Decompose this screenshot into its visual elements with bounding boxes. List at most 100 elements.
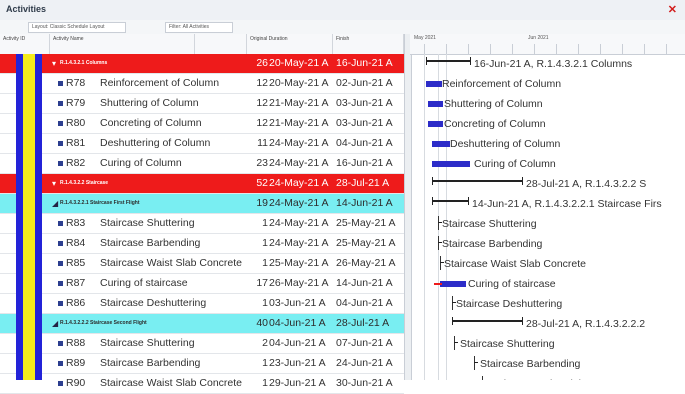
activity-icon <box>58 101 63 106</box>
filter-button[interactable]: Filter: All Activities <box>165 22 233 33</box>
activity-id: R88 <box>66 337 86 349</box>
duration-value: 23 <box>256 157 268 169</box>
collapse-toggle-icon[interactable]: ◢ <box>52 194 58 213</box>
table-row[interactable]: R84 Staircase Barbending 1 24-May-21 A 25-Ma… <box>0 234 404 254</box>
table-row[interactable]: R90 Staircase Waist Slab Concrete 1 29-Jun-… <box>0 374 404 394</box>
activity-icon <box>58 141 63 146</box>
table-row[interactable]: R79 Shuttering of Column 12 21-May-21 A 03-J… <box>0 94 404 114</box>
gantt-activity-bar[interactable] <box>432 161 470 167</box>
activity-id: R81 <box>66 137 86 149</box>
activity-icon <box>58 261 63 266</box>
gantt-summary-cap <box>522 317 523 325</box>
activity-name: Staircase Barbending <box>100 237 201 249</box>
start-date: 26-May-21 A <box>269 277 329 289</box>
timescale-tick <box>666 44 667 54</box>
start-date: 24-May-21 A <box>269 237 329 249</box>
gantt-milestone-marker[interactable] <box>482 376 483 380</box>
wbs-band-yellow <box>23 54 35 380</box>
table-row[interactable]: R80 Concreting of Column 12 21-May-21 A 03-J… <box>0 114 404 134</box>
collapse-toggle-icon[interactable]: ▾ <box>52 174 56 193</box>
gantt-critical-segment <box>434 283 442 285</box>
table-row[interactable]: R81 Deshuttering of Column 11 24-May-21 A 04… <box>0 134 404 154</box>
start-date: 29-Jun-21 A <box>269 377 326 389</box>
collapse-toggle-icon[interactable]: ◢ <box>52 314 58 333</box>
gantt-activity-bar[interactable] <box>440 281 466 287</box>
gantt-bar-label: Staircase Shuttering <box>442 218 537 230</box>
start-date: 24-May-21 A <box>269 197 329 209</box>
gantt-activity-bar[interactable] <box>428 121 443 127</box>
table-row[interactable]: R85 Staircase Waist Slab Concrete 1 25-May-… <box>0 254 404 274</box>
col-name-header[interactable]: Activity Name <box>50 34 195 54</box>
gantt-summary-bar[interactable] <box>426 60 470 62</box>
gantt-summary-cap <box>432 177 433 185</box>
activity-icon <box>58 241 63 246</box>
gantt-activity-bar[interactable] <box>426 81 442 87</box>
activity-icon <box>58 161 63 166</box>
activity-icon <box>58 341 63 346</box>
collapse-toggle-icon[interactable]: ▾ <box>52 54 56 73</box>
duration-value: 1 <box>262 297 268 309</box>
finish-date: 25-May-21 A <box>336 217 396 229</box>
gantt-summary-bar[interactable] <box>432 200 468 202</box>
duration-value: 52 <box>256 177 268 189</box>
gantt-milestone-marker[interactable] <box>454 336 455 350</box>
start-date: 20-May-21 A <box>269 77 329 89</box>
col-wbs-header[interactable]: Activity ID <box>0 34 50 54</box>
window-title: Activities <box>6 4 47 14</box>
gantt-milestone-marker[interactable] <box>438 216 439 230</box>
gantt-bar-label: Staircase Barbending <box>442 238 543 250</box>
gantt-milestone-marker[interactable] <box>440 256 441 270</box>
table-row[interactable]: R78 Reinforcement of Column 12 20-May-21 A 0… <box>0 74 404 94</box>
gantt-milestone-marker[interactable] <box>438 236 439 250</box>
col-finish-header[interactable]: Finish <box>333 34 404 54</box>
table-row[interactable]: R87 Curing of staircase 17 26-May-21 A 14-Ju… <box>0 274 404 294</box>
start-date: 20-May-21 A <box>269 57 329 69</box>
wbs-summary-row[interactable]: ▾ R.1.4.3.2.2 Staircase 52 24-May-21 A 28-Ju… <box>0 174 404 194</box>
finish-date: 14-Jun-21 A <box>336 197 393 209</box>
gantt-activity-bar[interactable] <box>428 101 443 107</box>
start-date: 24-May-21 A <box>269 217 329 229</box>
gantt-milestone-marker[interactable] <box>452 296 453 310</box>
col-duration-header[interactable]: Original Duration <box>247 34 333 54</box>
duration-value: 1 <box>262 257 268 269</box>
table-row[interactable]: R82 Curing of Column 23 24-May-21 A 16-Jun-2… <box>0 154 404 174</box>
wbs-code: R.1.4.3.2.2 Staircase <box>60 180 109 186</box>
gantt-bar-label: Staircase Deshuttering <box>456 298 563 310</box>
gantt-bar-label: Shuttering of Column <box>444 98 543 110</box>
activity-id: R86 <box>66 297 86 309</box>
activity-id: R78 <box>66 77 86 89</box>
gantt-milestone-marker[interactable] <box>474 356 475 370</box>
gantt-link-tick <box>438 242 442 243</box>
timescale-tick <box>600 44 601 54</box>
gantt-activity-bar[interactable] <box>432 141 450 147</box>
table-row[interactable]: R86 Staircase Deshuttering 1 03-Jun-21 A 04-… <box>0 294 404 314</box>
activity-id: R85 <box>66 257 86 269</box>
activity-id: R89 <box>66 357 86 369</box>
gantt-summary-bar[interactable] <box>452 320 522 322</box>
gantt-bar-label: Staircase Shuttering <box>460 338 555 350</box>
finish-date: 28-Jul-21 A <box>336 317 390 329</box>
timescale-tick <box>490 44 491 54</box>
activity-name: Staircase Waist Slab Concrete <box>100 377 243 389</box>
wbs-summary-row[interactable]: ◢ R.1.4.3.2.2.1 Staircase First Flight 19 2… <box>0 194 404 214</box>
wbs-summary-row[interactable]: ◢ R.1.4.3.2.2.2 Staircase Second Flight 40… <box>0 314 404 334</box>
gantt-bar-label: Reinforcement of Column <box>442 78 562 90</box>
gantt-bar-label: Concreting of Column <box>444 118 546 130</box>
activity-icon <box>58 381 63 386</box>
activity-id: R90 <box>66 377 86 389</box>
layout-button[interactable]: Layout: Classic Schedule Layout <box>28 22 126 33</box>
table-row[interactable]: R88 Staircase Shuttering 2 04-Jun-21 A 07-Ju… <box>0 334 404 354</box>
activity-name: Curing of Column <box>100 157 182 169</box>
gantt-bar-label: 16-Jun-21 A, R.1.4.3.2.1 Columns <box>474 58 633 70</box>
timescale-tick <box>556 44 557 54</box>
timescale-tick <box>512 44 513 54</box>
gantt-summary-bar[interactable] <box>432 180 522 182</box>
table-row[interactable]: R89 Staircase Barbending 1 23-Jun-21 A 24-Ju… <box>0 354 404 374</box>
table-row[interactable]: R83 Staircase Shuttering 1 24-May-21 A 25-Ma… <box>0 214 404 234</box>
close-icon[interactable]: ✕ <box>668 3 677 16</box>
activity-icon <box>58 361 63 366</box>
col-name-spacer <box>195 34 247 54</box>
wbs-summary-row[interactable]: ▾ R.1.4.3.2.1 Columns 26 20-May-21 A 16-Jun-… <box>0 54 404 74</box>
activity-id: R79 <box>66 97 86 109</box>
gantt-bar-label: Staircase Barbending <box>480 358 581 370</box>
